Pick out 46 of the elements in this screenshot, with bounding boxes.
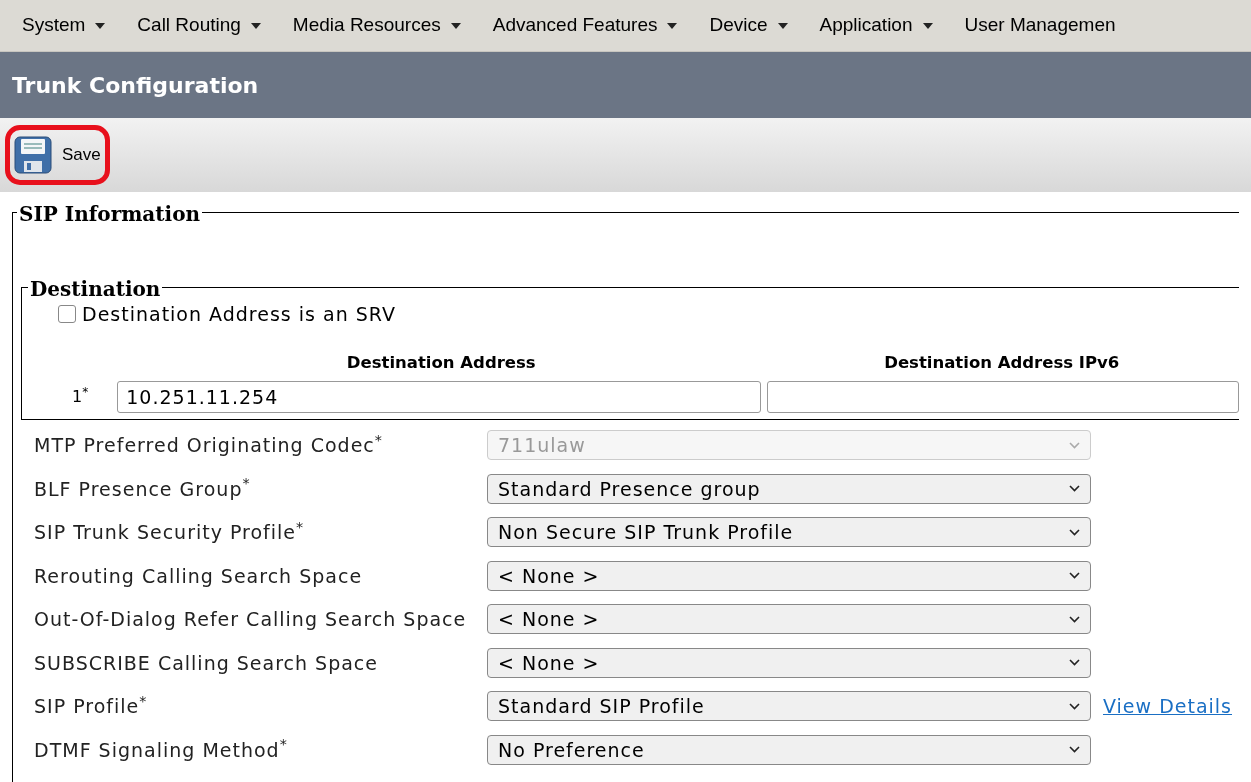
- caret-icon: [95, 22, 106, 29]
- field-label: BLF Presence Group$^{*}$: [34, 474, 252, 502]
- chevron-down-icon: [1069, 572, 1080, 580]
- menu-item[interactable]: System: [22, 11, 106, 40]
- field-label: Out-Of-Dialog Refer Calling Search Space: [34, 607, 468, 632]
- chevron-down-icon: [1069, 659, 1080, 667]
- menu-item[interactable]: Advanced Features: [492, 11, 678, 40]
- view-details-link[interactable]: View Details: [1103, 692, 1232, 721]
- dropdown[interactable]: No Preference: [487, 734, 1091, 765]
- input-field[interactable]: [766, 381, 1239, 414]
- dropdown[interactable]: Standard Presence group: [487, 473, 1091, 504]
- save-button[interactable]: Save: [10, 130, 105, 180]
- chevron-down-icon: [1069, 528, 1080, 536]
- menu-item[interactable]: Device: [709, 11, 788, 40]
- row-index: 1$^{*}$: [71, 385, 90, 409]
- input-field[interactable]: 10.251.11.254: [117, 381, 761, 414]
- dropdown[interactable]: Standard SIP Profile: [487, 691, 1091, 722]
- field-label: DTMF Signaling Method$^{*}$: [34, 735, 289, 763]
- chevron-down-icon: [1069, 702, 1080, 710]
- field-label: MTP Preferred Originating Codec$^{*}$: [34, 431, 384, 458]
- column-header: Destination Address IPv6: [884, 352, 1120, 372]
- caret-icon: [250, 22, 261, 29]
- dropdown[interactable]: < None >: [487, 560, 1091, 591]
- field-label: SIP Trunk Security Profile$^{*}$: [34, 518, 306, 545]
- dropdown[interactable]: < None >: [487, 604, 1091, 635]
- chevron-down-icon: [1069, 485, 1080, 493]
- caret-icon: [922, 22, 933, 29]
- field-label: Rerouting Calling Search Space: [34, 563, 364, 589]
- chevron-down-icon: [1069, 615, 1080, 623]
- menu-item[interactable]: Call Routing: [137, 11, 261, 40]
- caret-icon: [777, 22, 788, 29]
- menu-item[interactable]: User Managemen: [964, 11, 1116, 40]
- field-label: SUBSCRIBE Calling Search Space: [34, 650, 379, 676]
- dropdown[interactable]: < None >: [487, 647, 1091, 678]
- column-header: Destination Address: [346, 352, 536, 372]
- menu-item[interactable]: Media Resources: [292, 11, 461, 40]
- checkbox-label: Destination Address is an SRV: [82, 302, 396, 327]
- caret-icon: [667, 22, 678, 29]
- menu-item[interactable]: Application: [819, 11, 933, 40]
- checkbox[interactable]: [58, 305, 76, 324]
- page-title: Trunk Configuration: [12, 71, 259, 100]
- field-label: SIP Profile$^{*}$: [34, 692, 149, 719]
- caret-icon: [450, 22, 461, 29]
- chevron-down-icon: [1069, 746, 1080, 754]
- chevron-down-icon: [1069, 441, 1080, 449]
- dropdown[interactable]: Non Secure SIP Trunk Profile: [487, 517, 1091, 548]
